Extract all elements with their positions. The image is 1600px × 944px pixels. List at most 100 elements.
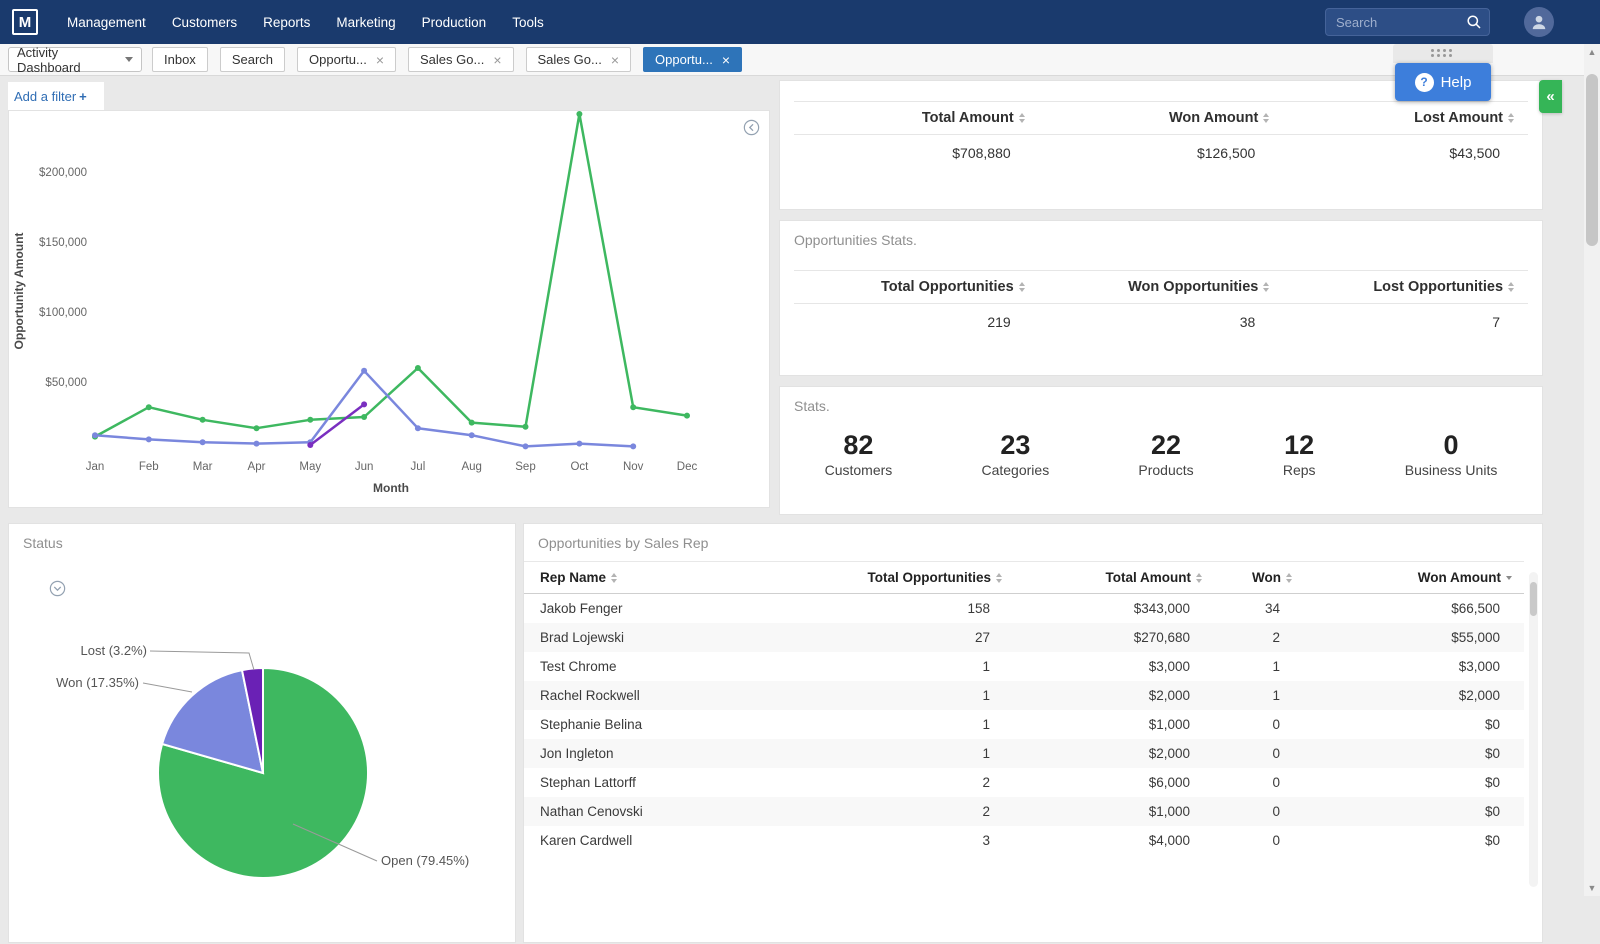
y-tick-label: $50,000	[45, 377, 87, 389]
tab-inbox-0[interactable]: Inbox	[152, 47, 208, 72]
search-icon[interactable]	[1466, 14, 1482, 30]
sort-icon	[1508, 113, 1514, 123]
stat-item-customers: 82Customers	[825, 430, 893, 478]
expand-sidebar-button[interactable]: «	[1539, 80, 1562, 113]
add-filter-button[interactable]: Add a filter+	[14, 89, 87, 104]
top-navbar: M ManagementCustomersReportsMarketingPro…	[0, 0, 1600, 44]
cell-won: 0	[1214, 826, 1304, 855]
data-point-green-series	[469, 420, 475, 426]
tab-close-icon[interactable]: ×	[493, 53, 501, 67]
tab-search-1[interactable]: Search	[220, 47, 285, 72]
table-row-karen-cardwell[interactable]: Karen Cardwell3$4,0000$0	[524, 826, 1524, 855]
tab-opportu-5[interactable]: Opportu...×	[643, 47, 742, 72]
table-scrollbar-thumb[interactable]	[1530, 582, 1537, 616]
help-widget: ? Help	[1393, 44, 1493, 101]
column-header-won[interactable]: Won	[1214, 562, 1304, 594]
column-header-total-opportunities[interactable]: Total Opportunities	[794, 271, 1039, 303]
cell-total-amount: $1,000	[1014, 797, 1214, 826]
cell-won: 0	[1214, 710, 1304, 739]
nav-item-reports[interactable]: Reports	[250, 0, 323, 44]
column-header-total-amount[interactable]: Total Amount	[794, 102, 1039, 134]
cell-won: 2	[1214, 623, 1304, 652]
data-point-blue-series	[254, 441, 260, 447]
column-header-label: Total Opportunities	[868, 570, 992, 585]
y-tick-label: $150,000	[39, 237, 87, 249]
help-drag-handle[interactable]	[1393, 44, 1493, 63]
table-row-rachel-rockwell[interactable]: Rachel Rockwell1$2,0001$2,000	[524, 681, 1524, 710]
x-tick-label: Dec	[677, 461, 698, 473]
table-row-stephanie-belina[interactable]: Stephanie Belina1$1,0000$0	[524, 710, 1524, 739]
table-scrollbar[interactable]	[1529, 572, 1538, 887]
column-header-won-amount[interactable]: Won Amount	[1039, 102, 1284, 134]
header-inner: Won Amount	[1316, 570, 1512, 585]
column-header-label: Won Opportunities	[1128, 279, 1258, 295]
chart-collapse-icon[interactable]	[743, 119, 760, 136]
page-scrollbar-thumb[interactable]	[1586, 74, 1598, 246]
line-chart: $50,000$100,000$150,000$200,000JanFebMar…	[9, 111, 769, 507]
tab-sales-go-3[interactable]: Sales Go...×	[408, 47, 514, 72]
sort-icon	[1263, 113, 1269, 123]
nav-item-production[interactable]: Production	[409, 0, 500, 44]
y-tick-label: $100,000	[39, 307, 87, 319]
tab-close-icon[interactable]: ×	[611, 53, 619, 67]
tab-close-icon[interactable]: ×	[376, 53, 384, 67]
sort-icon	[1508, 282, 1514, 292]
x-axis-title: Month	[373, 481, 409, 495]
cell-total-opportunities: 1	[824, 681, 1014, 710]
table-row-jakob-fenger[interactable]: Jakob Fenger158$343,00034$66,500	[524, 594, 1524, 624]
opp-stats-header-row: Total Opportunities Won Opportunities Lost…	[794, 270, 1528, 304]
stat-label: Products	[1138, 462, 1193, 478]
scroll-up-arrow[interactable]: ▲	[1584, 44, 1600, 60]
cell-total-amount: $3,000	[1014, 652, 1214, 681]
stat-label: Business Units	[1405, 462, 1498, 478]
cell-total-amount: $343,000	[1014, 594, 1214, 624]
plus-icon: +	[79, 89, 87, 104]
user-avatar[interactable]	[1524, 7, 1554, 37]
table-row-stephan-lattorff[interactable]: Stephan Lattorff2$6,0000$0	[524, 768, 1524, 797]
page-scrollbar[interactable]: ▲ ▼	[1584, 44, 1600, 896]
column-header-lost-opportunities[interactable]: Lost Opportunities	[1283, 271, 1528, 303]
help-button[interactable]: ? Help	[1395, 63, 1491, 101]
opportunity-chart-panel: $50,000$100,000$150,000$200,000JanFebMar…	[8, 110, 770, 508]
dashboard-selector[interactable]: Activity Dashboard	[8, 47, 142, 72]
sort-icon	[1019, 282, 1025, 292]
stats-panel: Stats. 82Customers23Categories22Products…	[779, 386, 1543, 515]
nav-item-tools[interactable]: Tools	[499, 0, 557, 44]
tab-opportu-2[interactable]: Opportu...×	[297, 47, 396, 72]
column-header-total-amount[interactable]: Total Amount	[1014, 562, 1214, 594]
app-logo[interactable]: M	[12, 9, 38, 35]
cell-total-opportunities: 2	[824, 768, 1014, 797]
cell-won: 1	[1214, 652, 1304, 681]
data-point-blue-series	[92, 432, 98, 438]
table-row-jon-ingleton[interactable]: Jon Ingleton1$2,0000$0	[524, 739, 1524, 768]
person-icon	[1529, 12, 1549, 32]
nav-item-customers[interactable]: Customers	[159, 0, 250, 44]
tab-sales-go-4[interactable]: Sales Go...×	[526, 47, 632, 72]
pie-label-open-79-45: Open (79.45%)	[381, 853, 469, 868]
scroll-down-arrow[interactable]: ▼	[1584, 880, 1600, 896]
cell-total-amount: $4,000	[1014, 826, 1214, 855]
column-header-total-opportunities[interactable]: Total Opportunities	[824, 562, 1014, 594]
x-tick-label: Sep	[515, 461, 535, 473]
column-header-rep-name[interactable]: Rep Name	[524, 562, 824, 594]
header-inner: Won	[1226, 570, 1292, 585]
column-header-lost-amount[interactable]: Lost Amount	[1283, 102, 1528, 134]
stat-value: 0	[1405, 430, 1498, 461]
x-tick-label: May	[299, 461, 321, 473]
table-header-row: Rep Name Total Opportunities Total Amount W…	[524, 562, 1524, 594]
data-point-blue-series	[523, 443, 529, 449]
column-header-won-opportunities[interactable]: Won Opportunities	[1039, 271, 1284, 303]
nav-item-management[interactable]: Management	[54, 0, 159, 44]
cell-total-opportunities: 1	[824, 652, 1014, 681]
table-row-test-chrome[interactable]: Test Chrome1$3,0001$3,000	[524, 652, 1524, 681]
column-header-label: Total Amount	[922, 110, 1014, 126]
cell-won-amount: $2,000	[1304, 681, 1524, 710]
data-point-green-series	[254, 425, 260, 431]
table-row-nathan-cenovski[interactable]: Nathan Cenovski2$1,0000$0	[524, 797, 1524, 826]
nav-item-marketing[interactable]: Marketing	[323, 0, 408, 44]
column-header-won-amount[interactable]: Won Amount	[1304, 562, 1524, 594]
line-series-green-series	[95, 114, 687, 437]
data-point-green-series	[361, 414, 367, 420]
table-row-brad-lojewski[interactable]: Brad Lojewski27$270,6802$55,000	[524, 623, 1524, 652]
tab-close-icon[interactable]: ×	[722, 53, 730, 67]
